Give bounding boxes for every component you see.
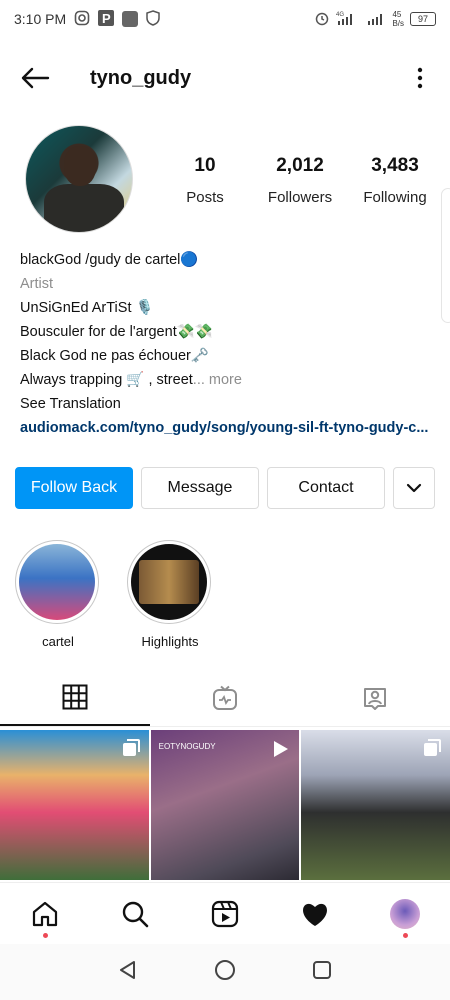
follow-back-button[interactable]: Follow Back [15,467,133,509]
following-stat[interactable]: 3,483 Following [350,155,440,206]
post-overlay-text: EOTYNOGUDY [158,742,216,751]
see-translation-link[interactable]: See Translation [20,392,440,416]
contact-button[interactable]: Contact [267,467,385,509]
bio-line-3: Black God ne pas échouer🗝️ [20,348,209,364]
home-icon [32,901,58,926]
bio-line-2: Bousculer for de l'argent💸💸 [20,324,213,340]
carousel-icon [422,738,442,763]
followers-label: Followers [267,189,333,206]
system-navigation-bar [0,944,450,1000]
profile-header: tyno_gudy [0,50,450,106]
search-icon [122,901,149,927]
avatar-face [64,146,96,186]
instagram-notification-icon [74,10,90,29]
svg-text:4G: 4G [336,12,344,18]
tagged-person-icon [364,688,386,710]
reels-tv-icon [213,685,237,710]
status-time: 3:10 PM [14,11,67,27]
tab-reels[interactable] [150,670,300,726]
highlight-item[interactable]: cartel [15,540,101,649]
highlight-ring [15,540,99,624]
profile-stats: 10 Posts 2,012 Followers 3,483 Following [160,155,440,206]
triangle-back-icon [120,960,135,979]
following-count: 3,483 [371,155,419,176]
home-notification-dot [42,932,48,938]
profile-actions: Follow Back Message Contact [15,467,435,509]
tab-posts-grid[interactable] [0,670,150,726]
video-play-icon [269,738,291,765]
system-recents-button[interactable] [312,960,332,985]
story-highlights: cartel Highlights [15,540,213,649]
square-recents-icon [313,960,331,979]
bio-line-1: UnSiGnEd ArTiSt 🎙️ [20,300,154,316]
message-button[interactable]: Message [141,467,259,509]
profile-avatar[interactable] [25,125,133,233]
network-speed-value: 45 [392,10,402,19]
highlight-ring [127,540,211,624]
edge-panel-handle[interactable] [441,188,450,323]
chevron-down-icon [406,483,422,493]
bio-name: blackGod /gudy de cartel🔵 [20,252,199,268]
shield-icon [146,9,160,29]
svg-text:P: P [102,11,111,26]
nav-search[interactable] [115,894,155,934]
profile-notification-dot [402,932,408,938]
back-button[interactable] [18,61,52,95]
posts-label: Posts [186,189,224,206]
posts-stat[interactable]: 10 Posts [160,155,250,206]
alarm-icon [314,10,330,29]
highlight-item[interactable]: Highlights [127,540,213,649]
bio-category: Artist [20,276,54,292]
followers-count: 2,012 [276,155,324,176]
bio-line-4: Always trapping 🛒 , street [20,372,193,388]
highlight-cover-art [139,560,199,604]
more-vertical-icon [417,67,423,89]
bio-more-link[interactable]: ... more [193,372,242,388]
nav-activity[interactable] [295,894,335,934]
network-speed-unit: B/s [392,19,404,28]
battery-indicator: 97 [410,12,436,26]
p-notification-icon: P [98,9,115,29]
highlight-label: cartel [42,634,74,649]
avatar-shirt [44,184,124,232]
system-back-button[interactable] [118,960,138,985]
post-thumbnail[interactable] [301,730,450,880]
post-thumbnail[interactable] [0,730,149,880]
signal-icon-4g: 4G [336,10,360,29]
bottom-navigation [0,882,450,944]
system-home-button[interactable] [214,959,236,986]
status-bar: 3:10 PM P 4G 45 B/s 97 [0,0,450,38]
tabs-divider [0,726,450,727]
profile-tabs [0,670,450,726]
highlight-cover [19,544,95,620]
highlight-cover [131,544,207,620]
nav-reels[interactable] [205,894,245,934]
grid-icon [62,684,88,710]
app-notification-icon [122,11,139,27]
profile-bio: blackGod /gudy de cartel🔵 Artist UnSiGnE… [20,248,440,440]
heart-icon [303,903,327,926]
back-arrow-icon [21,67,50,89]
circle-home-icon [215,959,235,980]
following-label: Following [363,189,427,206]
nav-profile[interactable] [385,894,425,938]
highlight-label: Highlights [141,634,199,649]
suggested-accounts-button[interactable] [393,467,435,509]
signal-icon [366,10,386,29]
network-speed: 45 B/s [392,10,404,28]
posts-grid: EOTYNOGUDY [0,730,450,880]
bio-website-link[interactable]: audiomack.com/tyno_gudy/song/young-sil-f… [20,416,440,440]
profile-avatar-small [390,898,420,929]
followers-stat[interactable]: 2,012 Followers [255,155,345,206]
reels-icon [211,900,239,927]
tab-tagged[interactable] [300,670,450,726]
posts-count: 10 [194,155,216,176]
nav-home[interactable] [25,894,65,938]
bio-line-4-row: Always trapping 🛒 , street... more [20,368,440,392]
post-thumbnail[interactable]: EOTYNOGUDY [150,730,300,880]
carousel-icon [121,738,141,763]
profile-username: tyno_gudy [90,66,192,89]
options-button[interactable] [408,61,432,95]
